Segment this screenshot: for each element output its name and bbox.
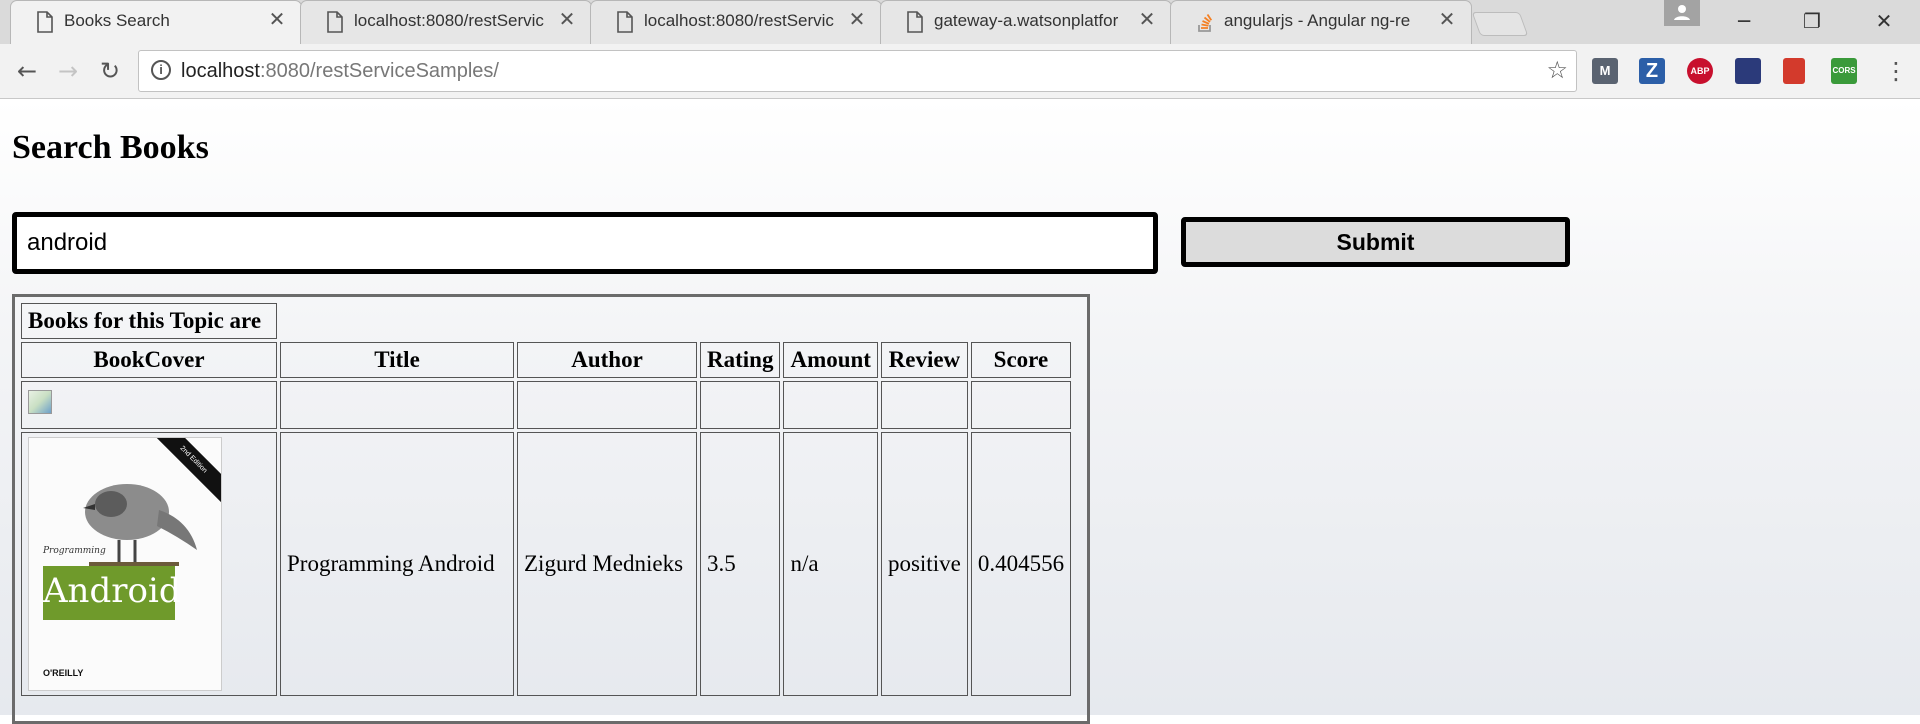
score-cell: 0.404556 (970, 432, 1072, 696)
tab-label: localhost:8080/restServic (644, 11, 834, 30)
cover-title: Android (43, 566, 181, 620)
rating-cell (700, 381, 781, 429)
tab-localhost-2[interactable]: localhost:8080/restServic ✕ (590, 0, 882, 44)
back-button[interactable]: ← (9, 53, 45, 89)
extension-z-icon[interactable]: Z (1639, 58, 1665, 84)
title-cell (280, 381, 514, 429)
cors-extension-icon[interactable]: CORS (1831, 58, 1857, 84)
restore-button[interactable]: ❐ (1778, 0, 1846, 44)
menu-icon[interactable]: ⋮ (1884, 54, 1908, 88)
score-cell (970, 381, 1072, 429)
book-cover-image: 2nd Edition Programming Android O'REILLY (28, 437, 222, 691)
close-icon[interactable]: ✕ (846, 9, 868, 31)
page-icon (907, 11, 923, 33)
page-icon (327, 11, 343, 33)
page-content: Search Books android Submit Books for th… (0, 99, 1920, 724)
address-url: localhost:8080/restServiceSamples/ (181, 60, 499, 82)
broken-image-icon (28, 390, 52, 414)
header-row: BookCover Title Author Rating Amount Rev… (21, 342, 1072, 378)
extension-book-icon[interactable] (1783, 58, 1805, 84)
extension-m-icon[interactable]: M (1592, 58, 1618, 84)
close-icon[interactable]: ✕ (266, 9, 288, 31)
tab-label: gateway-a.watsonplatfor (934, 11, 1119, 30)
tab-watson-gateway[interactable]: gateway-a.watsonplatfor ✕ (880, 0, 1172, 44)
results-table-container: Books for this Topic are BookCover Title… (12, 294, 1090, 724)
title-cell: Programming Android (280, 432, 514, 696)
header-rating: Rating (700, 342, 781, 378)
forward-button[interactable]: → (50, 53, 86, 89)
header-author: Author (517, 342, 697, 378)
header-title: Title (280, 342, 514, 378)
bookmark-star-icon[interactable]: ☆ (1546, 56, 1568, 84)
browser-toolbar: ← → ↻ i localhost:8080/restServiceSample… (0, 44, 1920, 99)
tab-books-search[interactable]: Books Search ✕ (10, 0, 302, 44)
close-icon[interactable]: ✕ (1436, 9, 1458, 31)
page-title: Search Books (12, 129, 209, 166)
bookcover-cell (21, 381, 277, 429)
new-tab-button[interactable] (1471, 12, 1529, 36)
tab-localhost-1[interactable]: localhost:8080/restServic ✕ (300, 0, 592, 44)
caption-row: Books for this Topic are (21, 303, 1071, 339)
books-table: Books for this Topic are BookCover Title… (18, 300, 1074, 699)
close-window-button[interactable]: ✕ (1848, 0, 1920, 44)
tab-label: angularjs - Angular ng-re (1224, 11, 1411, 30)
bookcover-cell: 2nd Edition Programming Android O'REILLY (21, 432, 277, 696)
header-score: Score (970, 342, 1072, 378)
minimize-button[interactable]: ─ (1710, 0, 1778, 44)
table-row: 2nd Edition Programming Android O'REILLY (21, 432, 1072, 696)
author-cell: Zigurd Mednieks (517, 432, 697, 696)
profile-icon[interactable] (1664, 0, 1700, 26)
search-input[interactable]: android (12, 212, 1158, 274)
author-cell (517, 381, 697, 429)
adblock-plus-icon[interactable]: ABP (1687, 58, 1713, 84)
page-icon (617, 11, 633, 33)
table-caption: Books for this Topic are (21, 303, 277, 339)
info-icon[interactable]: i (151, 60, 171, 80)
close-icon[interactable]: ✕ (556, 9, 578, 31)
submit-button[interactable]: Submit (1181, 217, 1570, 267)
cover-series: Programming (43, 546, 106, 556)
tab-label: Books Search (64, 11, 170, 30)
publisher-logo: O'REILLY (43, 668, 84, 678)
reload-button[interactable]: ↻ (92, 53, 128, 89)
amount-cell (783, 381, 878, 429)
review-cell: positive (880, 432, 968, 696)
amount-cell: n/a (783, 432, 878, 696)
tab-label: localhost:8080/restServic (354, 11, 544, 30)
header-review: Review (880, 342, 968, 378)
header-amount: Amount (783, 342, 878, 378)
page-icon (37, 11, 53, 33)
stackoverflow-icon (1198, 14, 1213, 32)
tab-stackoverflow[interactable]: angularjs - Angular ng-re ✕ (1170, 0, 1472, 44)
tab-strip: Books Search ✕ localhost:8080/restServic… (0, 0, 1920, 44)
table-row (21, 381, 1072, 429)
header-bookcover: BookCover (21, 342, 277, 378)
review-cell (880, 381, 968, 429)
rating-cell: 3.5 (700, 432, 781, 696)
address-bar[interactable]: i localhost:8080/restServiceSamples/ ☆ (138, 50, 1577, 92)
close-icon[interactable]: ✕ (1136, 9, 1158, 31)
extension-bookmark-icon[interactable] (1735, 58, 1761, 84)
